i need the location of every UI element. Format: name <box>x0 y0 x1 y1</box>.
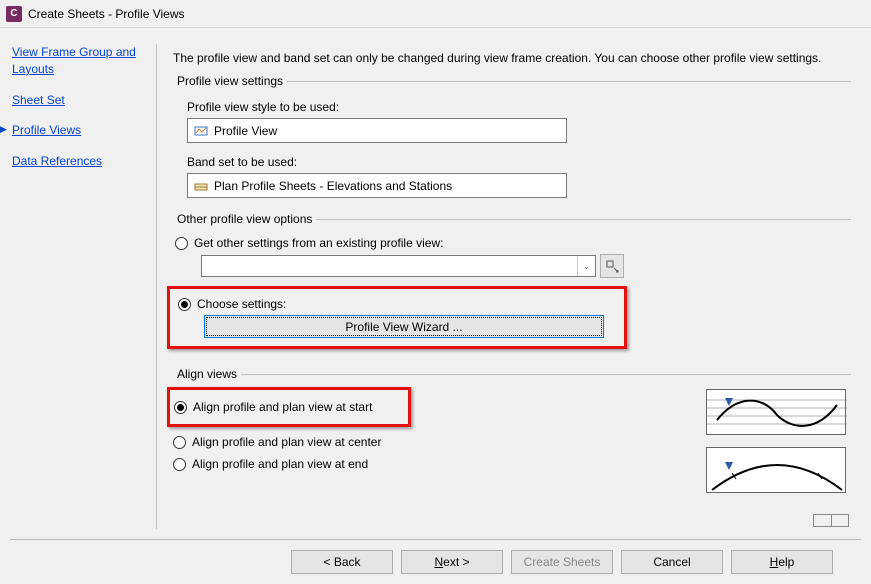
align-preview-plan <box>706 447 846 493</box>
align-views-group: Align views Align profile and plan view … <box>173 367 851 513</box>
footer: < Back Next > Create Sheets Cancel Help <box>0 533 871 584</box>
existing-view-combo-text <box>202 256 577 276</box>
footer-divider <box>10 539 861 540</box>
band-set-field: Plan Profile Sheets - Elevations and Sta… <box>187 173 567 198</box>
picker-icon <box>605 259 619 273</box>
pager-next[interactable] <box>831 514 849 527</box>
help-button[interactable]: Help <box>731 550 833 574</box>
titlebar: C Create Sheets - Profile Views <box>0 0 871 28</box>
intro-text: The profile view and band set can only b… <box>173 50 851 66</box>
existing-view-combo-row: ⌄ <box>201 254 851 278</box>
align-preview-profile <box>706 389 846 435</box>
dialog-body: View Frame Group and Layouts Sheet Set P… <box>0 28 871 533</box>
profile-view-style-icon <box>194 124 208 138</box>
create-sheets-button[interactable]: Create Sheets <box>511 550 613 574</box>
step-profile-views[interactable]: Profile Views <box>12 122 148 139</box>
back-button[interactable]: < Back <box>291 550 393 574</box>
radio-align-end-label: Align profile and plan view at end <box>192 457 368 471</box>
wizard-window: C Create Sheets - Profile Views View Fra… <box>0 0 871 584</box>
other-options-group: Other profile view options Get other set… <box>173 212 851 363</box>
pager <box>813 514 849 527</box>
radio-align-center[interactable]: Align profile and plan view at center <box>173 435 686 449</box>
radio-choose-settings[interactable]: Choose settings: <box>178 297 618 311</box>
highlight-box-choose-settings: Choose settings: Profile View Wizard ... <box>167 286 627 349</box>
profile-view-settings-group: Profile view settings Profile view style… <box>173 74 851 206</box>
radio-align-center-circle <box>173 436 186 449</box>
next-button[interactable]: Next > <box>401 550 503 574</box>
radio-choose-settings-label: Choose settings: <box>197 297 286 311</box>
radio-choose-settings-circle <box>178 298 191 311</box>
chevron-down-icon[interactable]: ⌄ <box>577 256 595 276</box>
highlight-box-align-start: Align profile and plan view at start <box>167 387 411 427</box>
window-title: Create Sheets - Profile Views <box>28 7 185 21</box>
radio-align-start-label: Align profile and plan view at start <box>193 400 372 414</box>
existing-view-combo[interactable]: ⌄ <box>201 255 596 277</box>
band-set-value: Plan Profile Sheets - Elevations and Sta… <box>214 179 452 193</box>
step-data-references[interactable]: Data References <box>12 153 148 170</box>
radio-get-existing-circle <box>175 237 188 250</box>
cancel-button[interactable]: Cancel <box>621 550 723 574</box>
step-sheet-set[interactable]: Sheet Set <box>12 92 148 109</box>
radio-align-end[interactable]: Align profile and plan view at end <box>173 457 686 471</box>
align-radio-column: Align profile and plan view at start Ali… <box>173 387 686 505</box>
radio-align-start-circle <box>174 401 187 414</box>
style-label: Profile view style to be used: <box>187 100 851 114</box>
radio-align-start[interactable]: Align profile and plan view at start <box>174 400 372 414</box>
footer-buttons: < Back Next > Create Sheets Cancel Help <box>10 550 861 574</box>
main-panel: The profile view and band set can only b… <box>157 44 859 529</box>
profile-view-style-field: Profile View <box>187 118 567 143</box>
wizard-steps-sidebar: View Frame Group and Layouts Sheet Set P… <box>12 44 157 529</box>
align-preview-column <box>706 387 851 505</box>
band-set-icon <box>194 179 208 193</box>
app-icon: C <box>6 6 22 22</box>
profile-view-wizard-button[interactable]: Profile View Wizard ... <box>204 315 604 338</box>
radio-get-existing[interactable]: Get other settings from an existing prof… <box>175 236 851 250</box>
band-set-label: Band set to be used: <box>187 155 851 169</box>
step-view-frame-group[interactable]: View Frame Group and Layouts <box>12 44 148 78</box>
other-options-legend: Other profile view options <box>173 212 316 226</box>
radio-align-end-circle <box>173 458 186 471</box>
profile-view-style-value: Profile View <box>214 124 277 138</box>
pager-prev[interactable] <box>813 514 831 527</box>
pick-existing-button[interactable] <box>600 254 624 278</box>
profile-view-wizard-label: Profile View Wizard ... <box>345 320 462 334</box>
align-views-legend: Align views <box>173 367 241 381</box>
radio-get-existing-label: Get other settings from an existing prof… <box>194 236 443 250</box>
radio-align-center-label: Align profile and plan view at center <box>192 435 381 449</box>
profile-view-settings-legend: Profile view settings <box>173 74 287 88</box>
